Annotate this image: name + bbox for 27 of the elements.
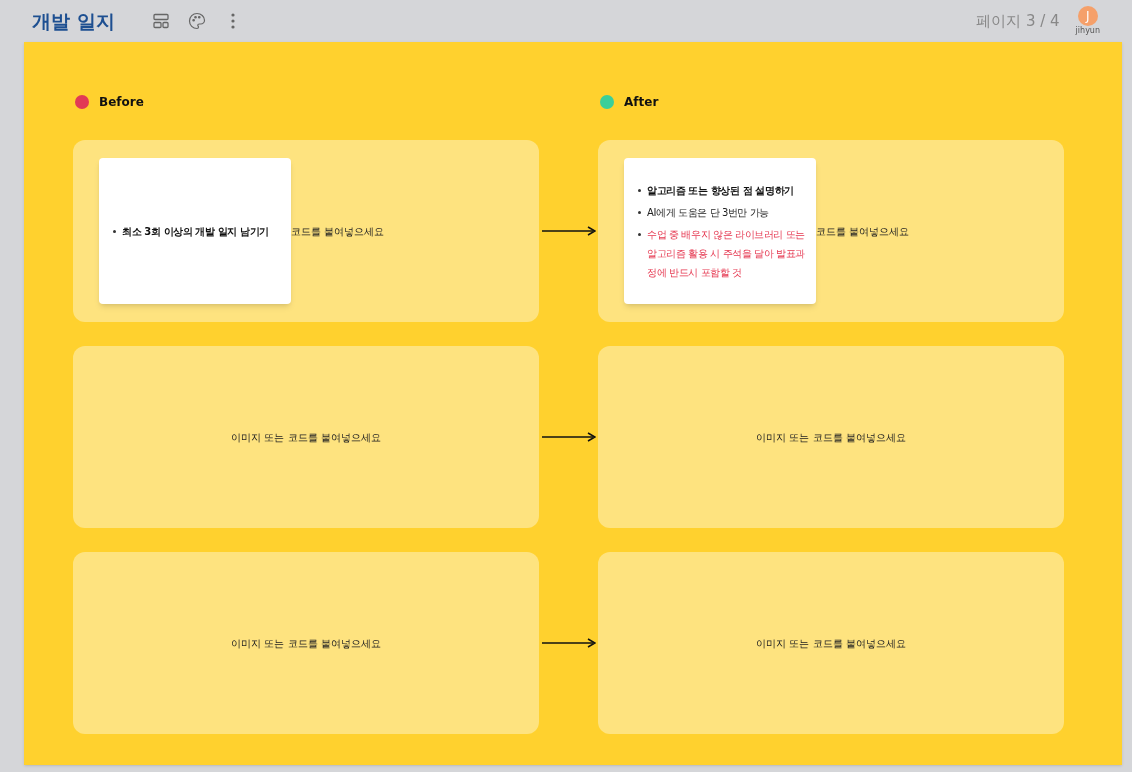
user-name: jihyun: [1075, 26, 1100, 36]
bullet-icon: [638, 210, 641, 214]
note-text: AI에게 도움은 단 3번만 가능: [647, 205, 770, 220]
placeholder-text: 코드를 붙여넣으세요: [291, 224, 385, 239]
document-title: 개발 일지: [32, 8, 115, 34]
arrow-icon: [541, 638, 596, 648]
arrow-icon: [541, 432, 596, 442]
note-text: 최소 3회 이상의 개발 일지 남기기: [122, 224, 269, 239]
layout-icon[interactable]: [152, 13, 169, 29]
note-text: 알고리즘 또는 향상된 점 설명하기: [647, 183, 794, 198]
bullet-icon: [638, 232, 641, 236]
page-indicator: 페이지 3 / 4: [976, 10, 1060, 32]
arrow-icon: [541, 226, 596, 236]
column-label: Before: [99, 94, 144, 111]
sticky-note[interactable]: 알고리즘 또는 향상된 점 설명하기 AI에게 도움은 단 3번만 가능 수업 중 배우지 않은 라이브러리 또는 알고리즘 활용 시 주석을 달아 발표과정에 반드시 포함할 것: [624, 158, 816, 304]
placeholder-text: 코드를 붙여넣으세요: [816, 224, 910, 239]
column-label: After: [624, 94, 659, 111]
sticky-note[interactable]: 최소 3회 이상의 개발 일지 남기기: [99, 158, 291, 304]
note-text: 수업 중 배우지 않은 라이브러리 또는 알고리즘 활용 시 주석을 달아 발표과정에 반드시 포함할 것: [647, 227, 806, 280]
bullet-icon: [638, 188, 641, 192]
placeholder-text: 이미지 또는 코드를 붙여넣으세요: [756, 636, 906, 651]
palette-icon[interactable]: [187, 12, 206, 30]
more-icon[interactable]: [230, 13, 235, 29]
bullet-icon: [113, 229, 116, 233]
placeholder-text: 이미지 또는 코드를 붙여넣으세요: [231, 636, 381, 651]
placeholder-text: 이미지 또는 코드를 붙여넣으세요: [231, 430, 381, 445]
placeholder-text: 이미지 또는 코드를 붙여넣으세요: [756, 430, 906, 445]
